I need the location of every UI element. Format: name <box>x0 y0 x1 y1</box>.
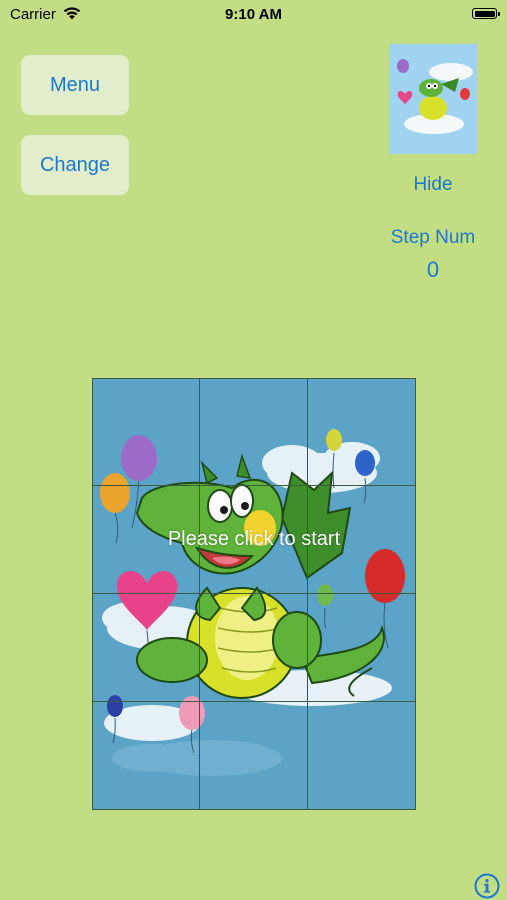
info-icon[interactable] <box>474 873 500 899</box>
start-message[interactable]: Please click to start <box>92 528 416 551</box>
step-count-label: Step Num <box>390 227 476 248</box>
menu-button[interactable]: Menu <box>21 55 129 115</box>
board-border <box>92 378 416 810</box>
step-count-value: 0 <box>426 257 440 282</box>
status-bar: Carrier 9:10 AM <box>0 0 507 30</box>
puzzle-preview-image[interactable] <box>389 44 477 154</box>
battery-icon <box>472 8 500 19</box>
hide-preview-button[interactable]: Hide <box>395 174 471 196</box>
puzzle-board[interactable]: Please click to start <box>92 378 416 810</box>
status-time: 9:10 AM <box>225 6 282 23</box>
change-button[interactable]: Change <box>21 135 129 195</box>
